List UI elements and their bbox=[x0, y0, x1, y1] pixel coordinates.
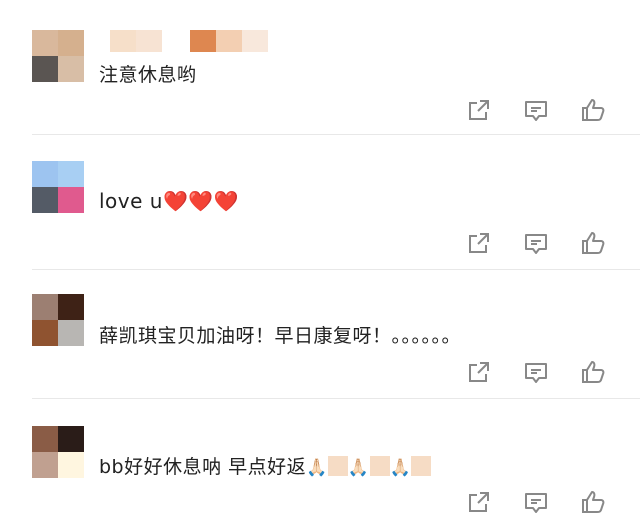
comment-text: love u❤️❤️❤️ bbox=[99, 189, 239, 213]
avatar-pixel bbox=[32, 294, 58, 320]
comment-actions bbox=[460, 96, 610, 124]
username-blurred[interactable] bbox=[110, 30, 268, 52]
pray-icon: 🙏🏻 bbox=[306, 458, 328, 478]
avatar-pixel bbox=[32, 187, 58, 213]
comment-icon[interactable] bbox=[522, 229, 550, 257]
blurred-tile bbox=[369, 456, 390, 476]
comment-actions bbox=[460, 358, 610, 386]
comment-item: love u❤️❤️❤️ bbox=[0, 135, 640, 270]
comment-text-main: bb好好休息呐 早点好返 bbox=[99, 456, 307, 478]
comment-icon[interactable] bbox=[522, 488, 550, 516]
comment-text: 注意休息哟 bbox=[99, 64, 197, 86]
divider bbox=[32, 398, 640, 399]
blurred-tile bbox=[411, 456, 432, 476]
like-icon[interactable] bbox=[579, 96, 607, 124]
pray-icon: 🙏🏻 bbox=[347, 458, 370, 478]
avatar[interactable] bbox=[32, 161, 84, 213]
comment-icon[interactable] bbox=[522, 96, 550, 124]
comment-actions bbox=[460, 229, 610, 257]
avatar-pixel bbox=[58, 56, 84, 82]
avatar-pixel bbox=[58, 294, 84, 320]
like-icon[interactable] bbox=[579, 229, 607, 257]
avatar-pixel bbox=[32, 426, 58, 452]
share-icon[interactable] bbox=[465, 96, 493, 124]
heart-icon: ❤️ bbox=[162, 189, 189, 213]
comment-item: 注意休息哟 bbox=[0, 0, 640, 135]
avatar-pixel bbox=[58, 30, 84, 56]
comment-text-main: love u bbox=[99, 189, 163, 213]
pray-icon: 🙏🏻 bbox=[389, 458, 412, 478]
share-icon[interactable] bbox=[465, 488, 493, 516]
comment-item: bb好好休息呐 早点好返🙏🏻 🙏🏻 🙏🏻 bbox=[0, 400, 640, 530]
avatar-pixel bbox=[32, 452, 58, 478]
comment-actions bbox=[460, 488, 610, 516]
comment-text: bb好好休息呐 早点好返🙏🏻 🙏🏻 🙏🏻 bbox=[99, 452, 432, 479]
avatar[interactable] bbox=[32, 294, 84, 346]
avatar-pixel bbox=[32, 56, 58, 82]
share-icon[interactable] bbox=[465, 229, 493, 257]
heart-icon: ❤️ bbox=[213, 189, 240, 213]
like-icon[interactable] bbox=[579, 488, 607, 516]
avatar-pixel bbox=[32, 161, 58, 187]
share-icon[interactable] bbox=[465, 358, 493, 386]
avatar-pixel bbox=[58, 452, 84, 478]
like-icon[interactable] bbox=[579, 358, 607, 386]
blurred-tile bbox=[327, 456, 348, 476]
avatar-pixel bbox=[32, 30, 58, 56]
avatar[interactable] bbox=[32, 426, 84, 478]
comment-icon[interactable] bbox=[522, 358, 550, 386]
heart-icon: ❤️ bbox=[188, 189, 214, 213]
comment-text: 薛凯琪宝贝加油呀！早日康复呀！。。。。。。 bbox=[99, 325, 462, 347]
avatar-pixel bbox=[58, 320, 84, 346]
avatar[interactable] bbox=[32, 30, 84, 82]
comment-item: 薛凯琪宝贝加油呀！早日康复呀！。。。。。。 bbox=[0, 270, 640, 400]
avatar-pixel bbox=[32, 320, 58, 346]
avatar-pixel bbox=[58, 187, 84, 213]
avatar-pixel bbox=[58, 161, 84, 187]
avatar-pixel bbox=[58, 426, 84, 452]
